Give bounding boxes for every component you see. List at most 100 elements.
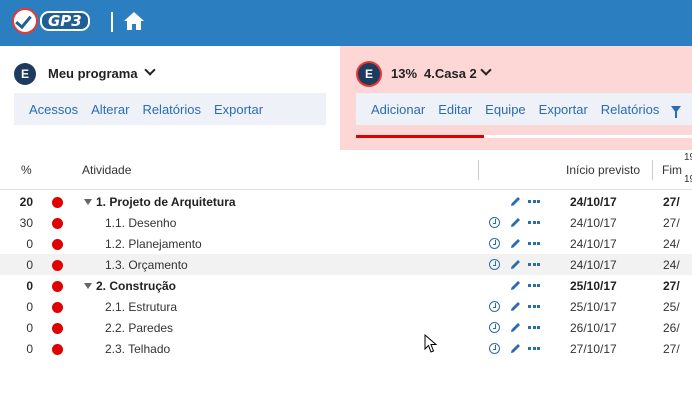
row-end-date: 25/ (663, 300, 680, 314)
program-title[interactable]: Meu programa (48, 66, 138, 81)
project-badge-icon: E (358, 63, 380, 85)
program-badge-icon: E (14, 63, 36, 85)
clock-icon[interactable] (489, 238, 500, 249)
status-dot-icon (52, 344, 63, 355)
program-panel: E Meu programa Acessos Alterar Relatório… (0, 46, 340, 150)
project-title[interactable]: 4.Casa 2 (424, 66, 477, 81)
row-start-date: 24/10/17 (570, 258, 617, 272)
project-progress-bar (356, 135, 692, 138)
filter-icon[interactable] (671, 105, 682, 118)
timeline-label: 19 (684, 152, 692, 163)
status-dot-icon (52, 239, 63, 250)
menu-exportar[interactable]: Exportar (539, 102, 588, 117)
row-activity-name[interactable]: 2.1. Estrutura (105, 300, 177, 314)
logo-check-icon (12, 8, 38, 34)
table-header: % Atividade Início previsto Fim 19 19 (0, 150, 692, 190)
pencil-icon[interactable] (509, 237, 522, 250)
table-row[interactable]: 0 1.2. Planejamento 24/10/17 24/ (0, 233, 692, 254)
row-activity-name[interactable]: 2.2. Paredes (105, 321, 173, 335)
clock-icon[interactable] (489, 343, 500, 354)
row-end-date: 26/ (663, 321, 680, 335)
pencil-icon[interactable] (509, 279, 522, 292)
header-start[interactable]: Início previsto (566, 163, 640, 177)
row-activity-name[interactable]: 1.3. Orçamento (105, 258, 188, 272)
status-dot-icon (52, 302, 63, 313)
row-pct: 0 (26, 279, 33, 293)
header-activity[interactable]: Atividade (82, 163, 131, 177)
chevron-down-icon[interactable] (480, 64, 492, 76)
menu-relatorios[interactable]: Relatórios (142, 102, 201, 117)
column-divider[interactable] (478, 160, 479, 180)
row-start-date: 24/10/17 (570, 195, 617, 209)
menu-exportar[interactable]: Exportar (214, 102, 263, 117)
more-icon[interactable] (528, 221, 540, 224)
row-end-date: 27/ (663, 216, 680, 230)
row-pct: 0 (26, 300, 33, 314)
row-activity-name[interactable]: 2.3. Telhado (105, 342, 170, 356)
pencil-icon[interactable] (509, 321, 522, 334)
row-start-date: 26/10/17 (570, 321, 617, 335)
top-bar: GP3 (0, 0, 692, 46)
row-activity-name[interactable]: 1.2. Planejamento (105, 237, 202, 251)
project-progress-fill (356, 135, 484, 138)
more-icon[interactable] (528, 305, 540, 308)
column-divider[interactable] (652, 160, 653, 180)
clock-icon[interactable] (489, 259, 500, 270)
gp3-logo[interactable]: GP3 (12, 6, 90, 36)
row-end-date: 27/ (663, 279, 680, 293)
row-pct: 0 (26, 342, 33, 356)
chevron-down-icon[interactable] (144, 64, 156, 76)
more-icon[interactable] (528, 347, 540, 350)
clock-icon[interactable] (489, 217, 500, 228)
row-pct: 30 (19, 216, 33, 230)
table-row[interactable]: 0 2.2. Paredes 26/10/17 26/ (0, 317, 692, 338)
table-row[interactable]: 0 1.3. Orçamento 24/10/17 24/ (0, 254, 692, 275)
row-start-date: 27/10/17 (570, 342, 617, 356)
more-icon[interactable] (528, 200, 540, 203)
pencil-icon[interactable] (509, 258, 522, 271)
table-row[interactable]: 0 2.3. Telhado 27/10/17 27/ (0, 338, 692, 359)
row-activity-name[interactable]: 1. Projeto de Arquitetura (96, 195, 236, 209)
pencil-icon[interactable] (509, 342, 522, 355)
header-end[interactable]: Fim (662, 163, 682, 177)
menu-acessos[interactable]: Acessos (29, 102, 78, 117)
menu-alterar[interactable]: Alterar (91, 102, 129, 117)
row-start-date: 24/10/17 (570, 216, 617, 230)
more-icon[interactable] (528, 284, 540, 287)
menu-adicionar[interactable]: Adicionar (371, 102, 425, 117)
clock-icon[interactable] (489, 322, 500, 333)
row-pct: 0 (26, 258, 33, 272)
project-progress-label: 13% (391, 66, 418, 81)
menu-equipe[interactable]: Equipe (485, 102, 525, 117)
project-menu: Adicionar Editar Equipe Exportar Relatór… (356, 93, 692, 125)
row-pct: 0 (26, 237, 33, 251)
menu-relatorios[interactable]: Relatórios (601, 102, 660, 117)
table-row[interactable]: 30 1.1. Desenho 24/10/17 27/ (0, 212, 692, 233)
row-start-date: 25/10/17 (570, 279, 617, 293)
row-start-date: 25/10/17 (570, 300, 617, 314)
pencil-icon[interactable] (509, 195, 522, 208)
table-row[interactable]: 0 2.1. Estrutura 25/10/17 25/ (0, 296, 692, 317)
header-pct[interactable]: % (21, 163, 32, 177)
more-icon[interactable] (528, 326, 540, 329)
row-activity-name[interactable]: 1.1. Desenho (105, 216, 176, 230)
clock-icon[interactable] (489, 301, 500, 312)
row-end-date: 24/ (663, 237, 680, 251)
home-icon[interactable] (123, 11, 145, 31)
timeline-label: 19 (684, 174, 692, 185)
status-dot-icon (52, 260, 63, 271)
menu-editar[interactable]: Editar (438, 102, 472, 117)
more-icon[interactable] (528, 263, 540, 266)
table-row[interactable]: 0 2. Construção 25/10/17 27/ (0, 275, 692, 296)
row-activity-name[interactable]: 2. Construção (96, 279, 176, 293)
mouse-cursor-icon (424, 334, 438, 353)
table-row[interactable]: 20 1. Projeto de Arquitetura 24/10/17 27/ (0, 191, 692, 212)
status-dot-icon (52, 197, 63, 208)
pencil-icon[interactable] (509, 300, 522, 313)
row-end-date: 27/ (663, 342, 680, 356)
more-icon[interactable] (528, 242, 540, 245)
collapse-caret-icon[interactable] (84, 199, 92, 205)
row-pct: 0 (26, 321, 33, 335)
collapse-caret-icon[interactable] (84, 283, 92, 289)
pencil-icon[interactable] (509, 216, 522, 229)
